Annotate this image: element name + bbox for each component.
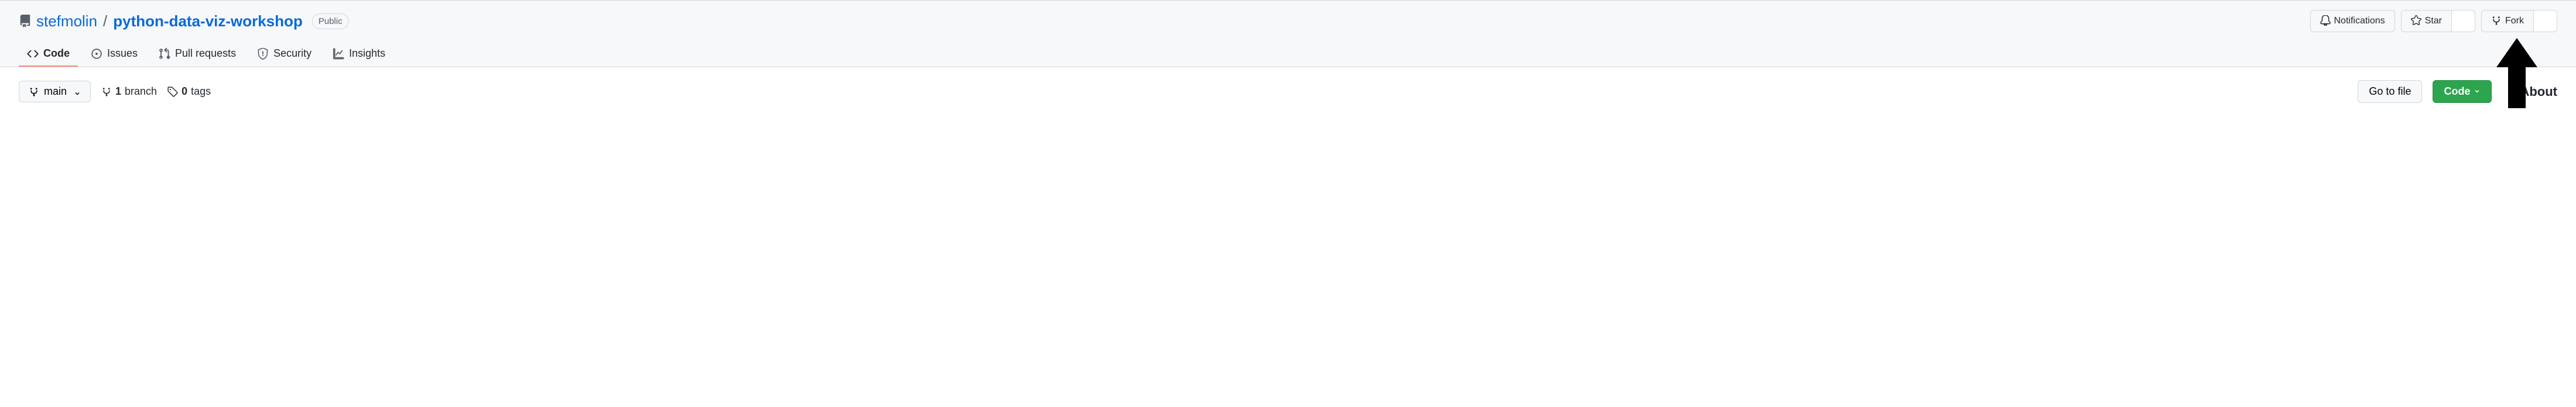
branch-icon — [29, 85, 39, 98]
branch-count: 1 — [115, 85, 121, 98]
branch-icon — [101, 85, 112, 98]
visibility-badge: Public — [312, 13, 349, 29]
owner-link[interactable]: stefmolin — [36, 11, 97, 32]
notifications-button[interactable]: Notifications — [2310, 10, 2395, 32]
tag-icon — [167, 85, 178, 98]
tab-pulls[interactable]: Pull requests — [150, 42, 244, 67]
tab-code[interactable]: Code — [19, 42, 78, 67]
fork-icon — [2491, 15, 2502, 27]
fork-label: Fork — [2505, 15, 2524, 27]
star-button[interactable]: Star — [2401, 10, 2452, 32]
star-count[interactable] — [2452, 10, 2475, 32]
tag-count-label: tags — [191, 85, 211, 98]
bell-icon — [2320, 15, 2331, 27]
tab-security-label: Security — [273, 47, 311, 60]
fork-count[interactable] — [2534, 10, 2557, 32]
go-to-file-button[interactable]: Go to file — [2358, 80, 2422, 103]
tab-issues-label: Issues — [107, 47, 138, 60]
tab-insights-label: Insights — [349, 47, 385, 60]
star-icon — [2411, 15, 2421, 27]
tab-security[interactable]: Security — [249, 42, 320, 67]
tab-code-label: Code — [43, 47, 70, 60]
issues-icon — [91, 48, 102, 60]
fork-button[interactable]: Fork — [2481, 10, 2534, 32]
tags-link[interactable]: 0 tags — [167, 85, 211, 98]
shield-icon — [257, 48, 269, 60]
star-button-group: Star — [2401, 10, 2475, 32]
branches-link[interactable]: 1 branch — [101, 85, 157, 98]
tab-insights[interactable]: Insights — [324, 42, 393, 67]
tag-count: 0 — [181, 85, 187, 98]
pull-request-icon — [159, 48, 170, 60]
star-label: Star — [2425, 15, 2442, 27]
branch-name: main — [44, 85, 67, 98]
tab-pulls-label: Pull requests — [175, 47, 236, 60]
branch-select-button[interactable]: main — [19, 81, 91, 102]
chevron-down-icon — [2474, 85, 2481, 98]
repo-nav: Code Issues Pull requests Security Insig… — [19, 42, 2557, 67]
tab-issues[interactable]: Issues — [83, 42, 146, 67]
branch-count-label: branch — [125, 85, 157, 98]
chevron-down-icon — [74, 85, 81, 98]
fork-button-group: Fork — [2481, 10, 2557, 32]
about-heading: About — [2520, 84, 2557, 99]
path-separator: / — [103, 11, 107, 32]
notifications-label: Notifications — [2334, 15, 2385, 27]
repo-icon — [19, 15, 32, 27]
graph-icon — [333, 48, 344, 60]
code-button-label: Code — [2444, 85, 2470, 98]
code-download-button[interactable]: Code — [2433, 80, 2492, 103]
repo-link[interactable]: python-data-viz-workshop — [113, 11, 303, 32]
code-icon — [27, 48, 39, 60]
